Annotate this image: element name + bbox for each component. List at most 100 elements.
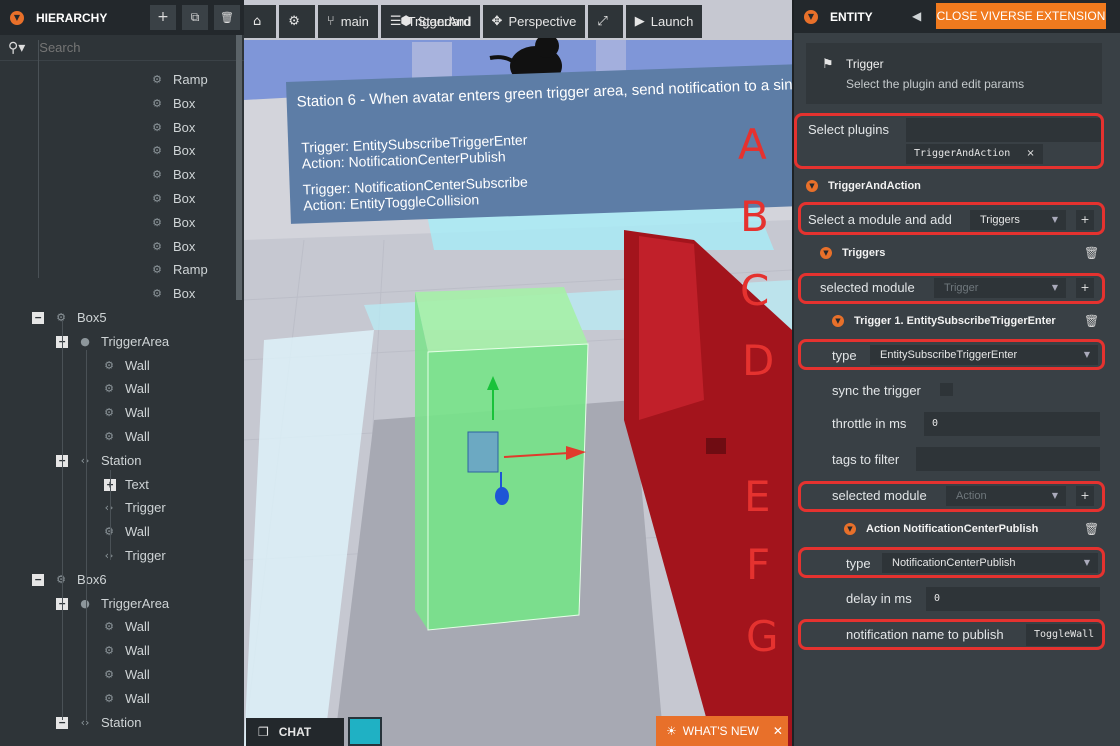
tree-item[interactable]: ‹› Station <box>78 711 142 735</box>
entity-icon: ⚙ <box>152 287 162 301</box>
entity-icon: ⚙ <box>104 382 114 396</box>
tree-item[interactable]: ‹› Trigger <box>102 496 166 520</box>
annotation-box <box>798 619 1105 650</box>
tree-guide-line <box>38 40 39 278</box>
throttle-input[interactable]: 0 <box>924 412 1100 436</box>
sync-checkbox[interactable] <box>940 383 953 396</box>
section-triggers[interactable]: ▼ Triggers <box>820 247 885 259</box>
hierarchy-title: HIERARCHY <box>36 10 108 25</box>
tree-item[interactable]: ⚙ Box <box>150 163 195 187</box>
section-action[interactable]: ▼ Action NotificationCenterPublish <box>844 523 1038 535</box>
tree-item[interactable]: ⚙ Box <box>150 282 195 306</box>
scene-viewport[interactable]: ⌂ ⚙ ⑂ main ☰ TriggerAnd ⬢ Standard ✥ Perspec… <box>244 0 792 746</box>
tree-item[interactable]: ⚙ Box <box>150 235 195 259</box>
mode-label: Standard <box>417 14 471 29</box>
duplicate-entity-button[interactable]: ⧉ <box>182 5 208 30</box>
tree-item[interactable]: ● TriggerArea <box>78 592 169 616</box>
cube-icon: ⬢ <box>400 14 412 29</box>
search-icon[interactable]: ⚲▾ <box>8 40 25 56</box>
collapse-entity-icon[interactable]: ▼ <box>804 9 818 24</box>
entity-icon: ⚙ <box>104 358 114 372</box>
tree-item[interactable]: ⚙ Box <box>150 187 195 211</box>
entity-icon: ⚙ <box>152 168 162 182</box>
search-input[interactable] <box>39 40 220 55</box>
tree-item-label: Wall <box>125 524 150 540</box>
tree-item-label: Wall <box>125 643 150 659</box>
settings-button[interactable]: ⚙ <box>279 5 315 38</box>
delay-input[interactable]: 0 <box>926 587 1100 611</box>
tree-item[interactable]: ⚙ Ramp <box>150 258 208 282</box>
mode-button[interactable]: ⬢ Standard <box>391 5 479 38</box>
tree-item-label: Station <box>101 452 142 468</box>
sign-title: Station 6 - When avatar enters green tri… <box>296 75 792 111</box>
tree-item[interactable]: ‹› Trigger <box>102 544 166 568</box>
trash-icon[interactable]: 🗑 <box>1084 246 1099 260</box>
avatar[interactable] <box>348 717 382 746</box>
collapse-section-icon[interactable]: ▼ <box>820 247 832 259</box>
tree-item-label: Box <box>173 119 196 135</box>
tree-item[interactable]: ⚙ Wall <box>102 687 150 711</box>
camera-label: Perspective <box>508 14 577 29</box>
tree-item[interactable]: ⚙ Wall <box>102 354 150 378</box>
launch-button[interactable]: ▶ Launch <box>625 5 703 38</box>
tree-item[interactable]: ⚙ Wall <box>102 377 150 401</box>
trash-icon[interactable]: 🗑 <box>1084 522 1099 536</box>
entity-icon: ⚙ <box>104 406 114 420</box>
sync-label: sync the trigger <box>832 383 921 398</box>
tags-label: tags to filter <box>832 452 900 467</box>
section-label: Trigger 1. EntitySubscribeTriggerEnter <box>854 315 1056 327</box>
annotation-letter: B <box>740 192 769 241</box>
collapse-arrow-icon[interactable]: ◀ <box>912 9 921 23</box>
tree-item[interactable]: ⚙ Box <box>150 139 195 163</box>
add-entity-button[interactable]: + <box>150 5 176 30</box>
collapse-hierarchy-icon[interactable]: ▼ <box>10 10 24 25</box>
fullscreen-button[interactable]: ⤢ <box>588 5 623 38</box>
branch-button[interactable]: ⑂ main <box>317 5 378 38</box>
tree-item-label: Box <box>173 191 196 206</box>
close-extension-button[interactable]: CLOSE VIVERSE EXTENSION <box>936 3 1106 29</box>
chat-button[interactable]: ❐ CHAT <box>246 718 344 746</box>
delete-entity-button[interactable]: 🗑 <box>214 5 240 30</box>
section-trigger1[interactable]: ▼ Trigger 1. EntitySubscribeTriggerEnter <box>832 315 1056 327</box>
sun-icon: ☀ <box>666 724 677 738</box>
annotation-letter: A <box>738 120 767 169</box>
annotation-letter: F <box>746 540 771 589</box>
tree-item-label: Station <box>101 714 142 730</box>
tags-input[interactable] <box>916 447 1100 471</box>
tree-item-label: Wall <box>125 357 150 373</box>
collapse-section-icon[interactable]: ▼ <box>832 315 844 327</box>
collapse-section-icon[interactable]: ▼ <box>806 180 818 192</box>
entity-icon: ⚙ <box>152 144 162 158</box>
home-button[interactable]: ⌂ <box>244 5 277 38</box>
tree-item[interactable]: ⚙ Box <box>150 116 195 140</box>
entity-icon: ⚙ <box>152 239 162 253</box>
entity-icon: ⚙ <box>152 73 162 86</box>
tree-item[interactable]: ⚙ Wall <box>102 663 150 687</box>
tree-item[interactable]: ⚙ Box <box>150 92 195 116</box>
collapse-icon[interactable]: − <box>32 573 44 586</box>
collapse-icon[interactable]: − <box>32 312 44 324</box>
tree-item[interactable]: ⚙ Wall <box>102 425 150 449</box>
hierarchy-search: ⚲▾ <box>0 35 244 61</box>
dot-icon: ● <box>80 334 90 348</box>
tree-item[interactable]: ⚙ Box <box>150 211 195 235</box>
tree-item-label: TriggerArea <box>101 595 170 611</box>
camera-button[interactable]: ✥ Perspective <box>482 5 586 38</box>
entity-icon: ⚙ <box>104 620 114 634</box>
tree-item[interactable]: ⚙ Ramp <box>150 68 208 92</box>
tree-item[interactable]: ● TriggerArea <box>78 330 169 354</box>
whats-new-button[interactable]: ☀ WHAT'S NEW ✕ <box>656 716 788 746</box>
close-icon[interactable]: ✕ <box>773 724 783 738</box>
trash-icon[interactable]: 🗑 <box>1084 314 1099 328</box>
collapse-section-icon[interactable]: ▼ <box>844 523 856 535</box>
tree-item[interactable]: ⚙ Wall <box>102 639 150 663</box>
section-trigger-and-action[interactable]: ▼ TriggerAndAction <box>806 180 921 192</box>
delay-label: delay in ms <box>846 591 912 606</box>
card-description: Select the plugin and edit params <box>846 77 1025 91</box>
fullscreen-icon: ⤢ <box>597 14 608 29</box>
tree-item-label: Text <box>125 476 149 492</box>
tree-item[interactable]: ⚙ Wall <box>102 615 150 639</box>
hierarchy-scrollbar[interactable] <box>236 35 242 300</box>
viewport-toolbar: ⌂ ⚙ ⑂ main ☰ TriggerAnd ⬢ Standard ✥ Perspec… <box>244 5 705 38</box>
tree-item[interactable]: ⚙ Wall <box>102 401 150 425</box>
